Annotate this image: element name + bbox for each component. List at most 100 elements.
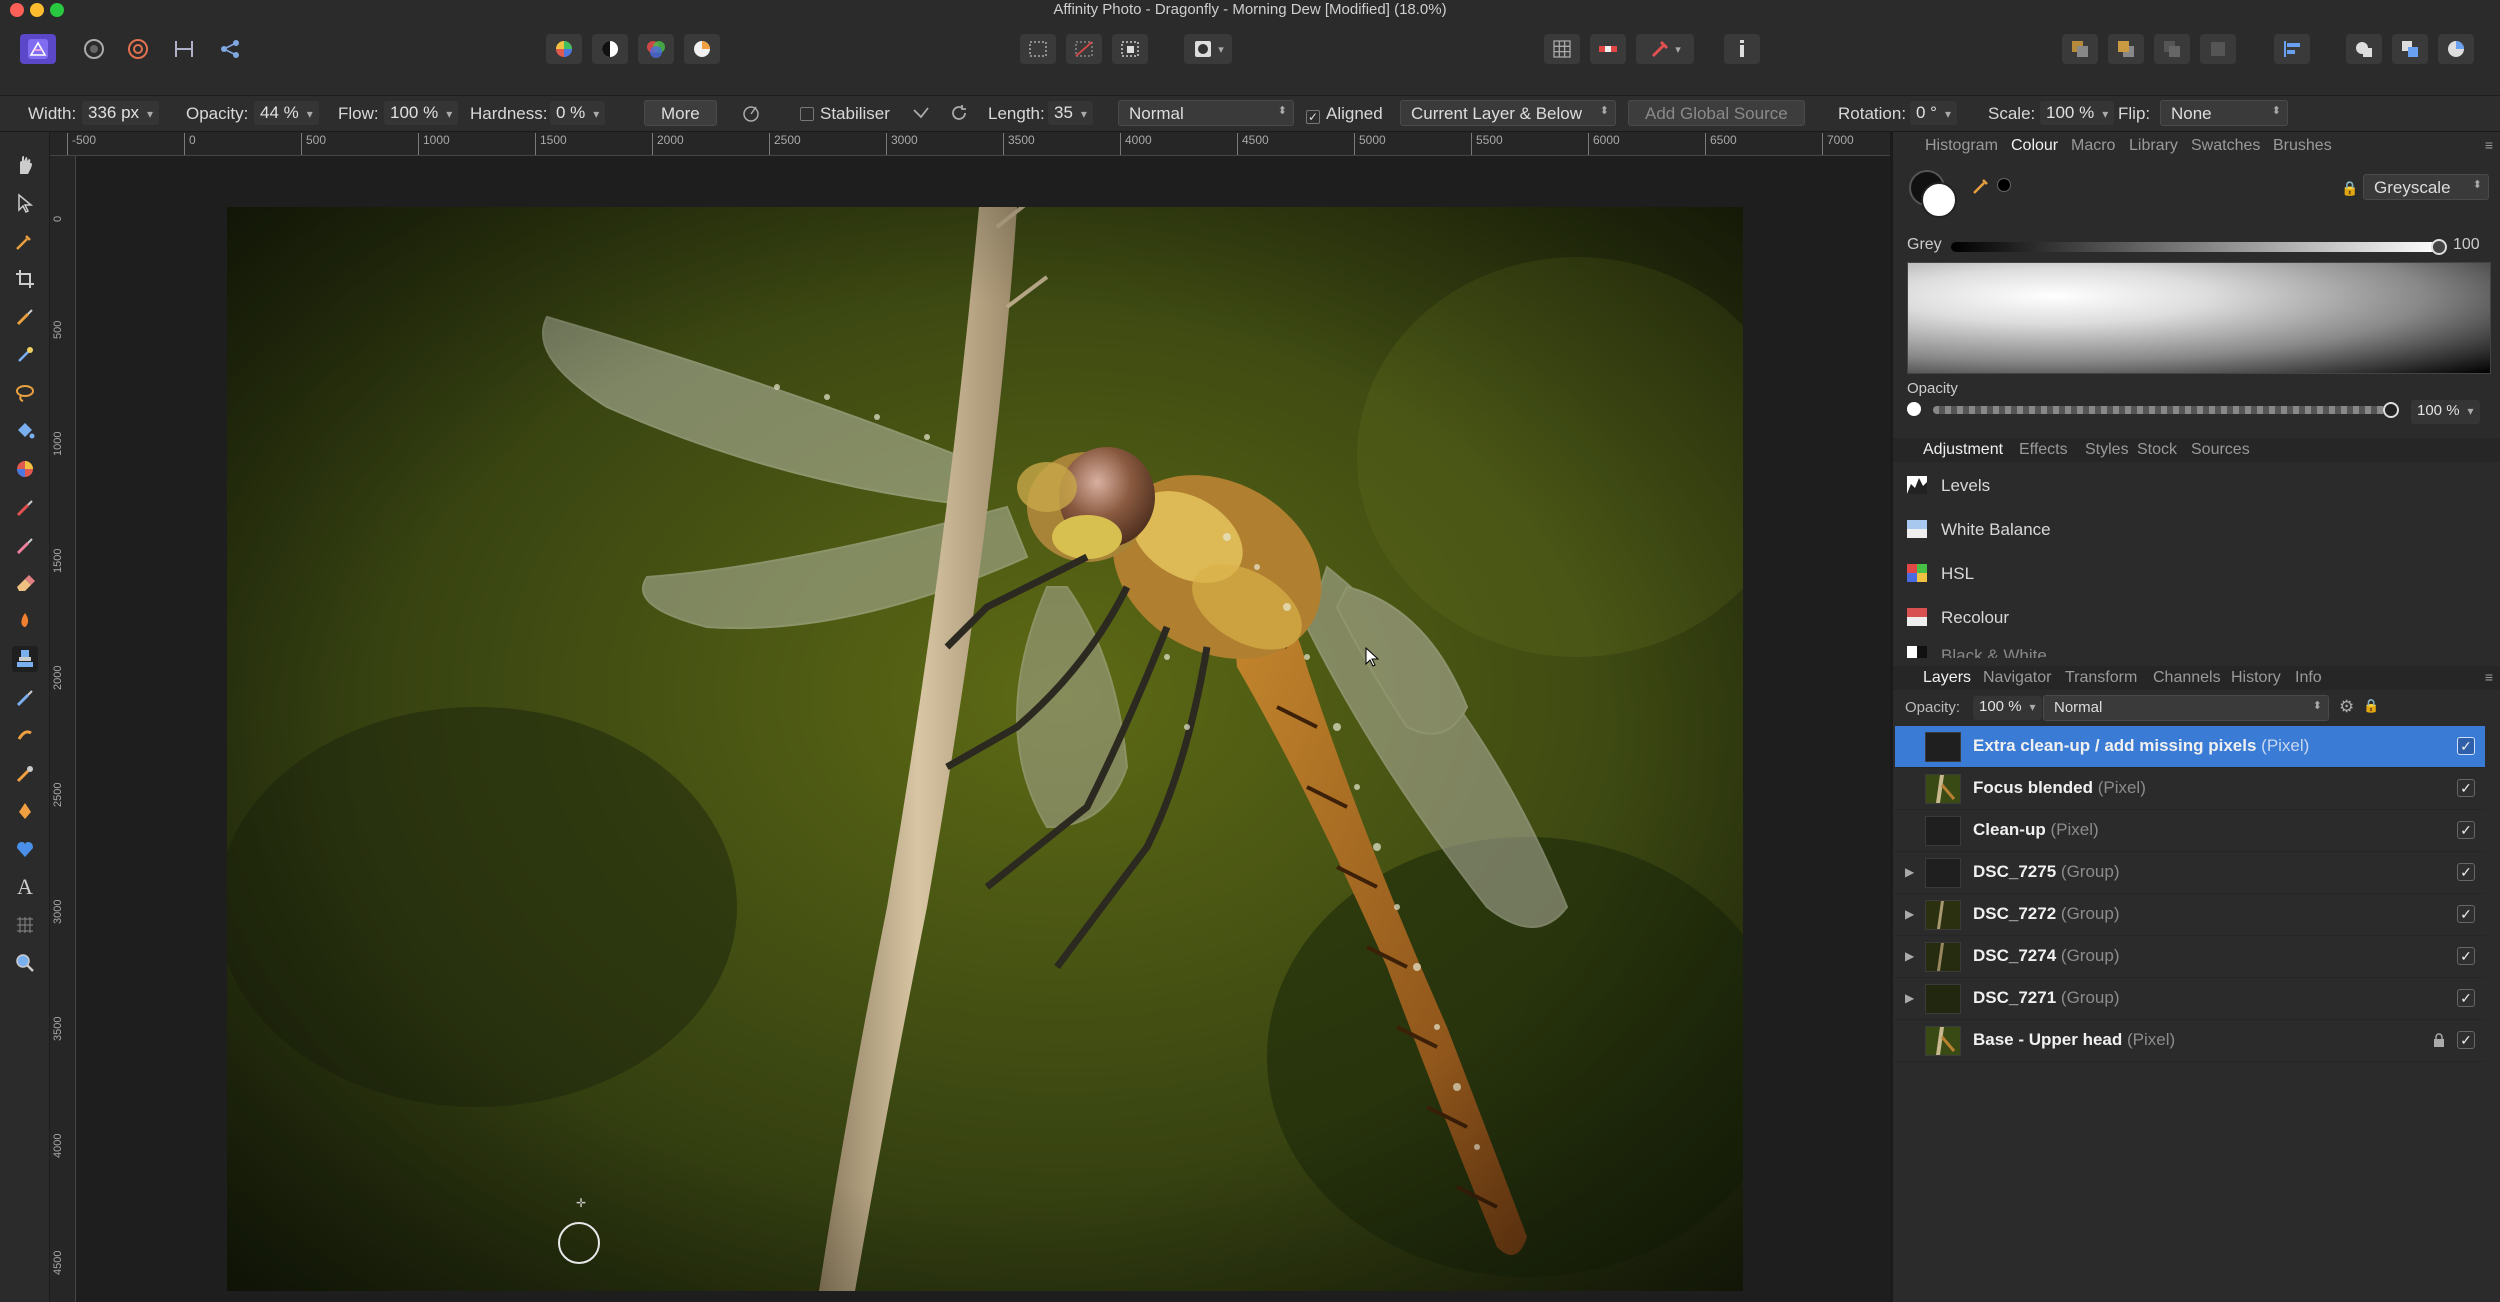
adjustment-recolour[interactable]: Recolour bbox=[1893, 596, 2500, 640]
layer-visibility-checkbox[interactable]: ✓ bbox=[2457, 863, 2475, 881]
invert-selection-icon[interactable] bbox=[1112, 34, 1148, 64]
arrange-bottom-icon[interactable] bbox=[2200, 34, 2236, 64]
tab-navigator[interactable]: Navigator bbox=[1983, 669, 2051, 687]
tab-sources[interactable]: Sources bbox=[2191, 441, 2250, 459]
stabiliser-toggle[interactable]: Stabiliser bbox=[800, 104, 890, 124]
expand-group-icon[interactable]: ▶ bbox=[1905, 949, 1914, 963]
aligned-toggle[interactable]: ✓ Aligned bbox=[1306, 104, 1383, 124]
tab-layers[interactable]: Layers bbox=[1923, 669, 1971, 687]
arrange-back-icon[interactable] bbox=[2108, 34, 2144, 64]
contrast-icon[interactable] bbox=[592, 34, 628, 64]
flip-select[interactable]: None ⬍ bbox=[2160, 100, 2288, 126]
panel-menu-icon[interactable]: ≡ bbox=[2485, 137, 2493, 153]
vertical-ruler[interactable]: 0 500 1000 1500 2000 2500 3000 3500 4000 4500 bbox=[50, 156, 76, 1302]
tab-history[interactable]: History bbox=[2231, 669, 2281, 687]
layer-visibility-checkbox[interactable]: ✓ bbox=[2457, 947, 2475, 965]
deselect-icon[interactable] bbox=[1066, 34, 1102, 64]
tab-macro[interactable]: Macro bbox=[2071, 137, 2115, 155]
more-button[interactable]: More bbox=[644, 100, 717, 126]
white-balance-icon[interactable] bbox=[684, 34, 720, 64]
layer-locked-icon[interactable] bbox=[2433, 1032, 2445, 1052]
source-mode-select[interactable]: Current Layer & Below ⬍ bbox=[1400, 100, 1616, 126]
arrange-forward-icon[interactable] bbox=[2062, 34, 2098, 64]
colour-picker-tool-icon[interactable] bbox=[12, 228, 38, 254]
move-tool-icon[interactable] bbox=[12, 190, 38, 216]
tab-transform[interactable]: Transform bbox=[2065, 669, 2137, 687]
tab-channels[interactable]: Channels bbox=[2153, 669, 2221, 687]
length-field[interactable]: 35 bbox=[1048, 101, 1093, 125]
opacity-slider[interactable] bbox=[1933, 402, 2399, 418]
layer-visibility-checkbox[interactable]: ✓ bbox=[2457, 905, 2475, 923]
smudge-brush-tool-icon[interactable] bbox=[12, 722, 38, 748]
canvas[interactable]: ✛ bbox=[76, 156, 1890, 1302]
colour-picker-icon[interactable] bbox=[1971, 174, 1993, 196]
marquee-select-icon[interactable] bbox=[1020, 34, 1056, 64]
dodge-brush-tool-icon[interactable] bbox=[12, 608, 38, 634]
layer-visibility-checkbox[interactable]: ✓ bbox=[2457, 1031, 2475, 1049]
flow-field[interactable]: 100 % bbox=[384, 101, 459, 125]
layer-row[interactable]: ▶ DSC_7274 (Group) ✓ bbox=[1895, 936, 2485, 978]
develop-persona-icon[interactable] bbox=[166, 34, 202, 64]
layer-row[interactable]: ▶ DSC_7275 (Group) ✓ bbox=[1895, 852, 2485, 894]
stabiliser-checkbox[interactable] bbox=[800, 107, 814, 121]
mesh-warp-tool-icon[interactable] bbox=[12, 912, 38, 938]
colour-mode-select[interactable]: Greyscale ⬍ bbox=[2363, 174, 2489, 200]
rope-mode-icon[interactable] bbox=[910, 102, 932, 124]
adjustment-black-white[interactable]: Black & White bbox=[1893, 640, 2500, 658]
pen-tool-icon[interactable] bbox=[12, 798, 38, 824]
quick-mask-icon[interactable]: ▾ bbox=[1184, 34, 1232, 64]
assistant-icon[interactable]: ▾ bbox=[1636, 34, 1694, 64]
snapping-icon[interactable] bbox=[1590, 34, 1626, 64]
horizontal-ruler[interactable]: -500 0 500 1000 1500 2000 2500 3000 3500 4000 4500… bbox=[50, 132, 1890, 156]
lock-icon[interactable]: 🔒 bbox=[2341, 180, 2358, 197]
grey-value[interactable]: 100 bbox=[2453, 236, 2480, 254]
aligned-checkbox[interactable]: ✓ bbox=[1306, 110, 1320, 124]
brush-preset-icon[interactable] bbox=[740, 102, 762, 124]
erase-brush-tool-icon[interactable] bbox=[12, 570, 38, 596]
boolean-add-icon[interactable] bbox=[2346, 34, 2382, 64]
tab-effects[interactable]: Effects bbox=[2019, 441, 2068, 459]
hardness-field[interactable]: 0 % bbox=[550, 101, 606, 125]
window-mode-icon[interactable] bbox=[948, 102, 970, 124]
layer-row[interactable]: Focus blended (Pixel) ✓ bbox=[1895, 768, 2485, 810]
tab-histogram[interactable]: Histogram bbox=[1925, 137, 1998, 155]
add-global-source-button[interactable]: Add Global Source bbox=[1628, 100, 1805, 126]
expand-group-icon[interactable]: ▶ bbox=[1905, 865, 1914, 879]
blend-mode-select[interactable]: Normal ⬍ bbox=[1118, 100, 1294, 126]
liquify-persona-icon[interactable] bbox=[120, 34, 156, 64]
expand-group-icon[interactable]: ▶ bbox=[1905, 907, 1914, 921]
selection-brush-tool-icon[interactable] bbox=[12, 304, 38, 330]
tab-colour[interactable]: Colour bbox=[2011, 137, 2058, 155]
colour-balance-icon[interactable] bbox=[638, 34, 674, 64]
freehand-selection-tool-icon[interactable] bbox=[12, 380, 38, 406]
adjustment-hsl[interactable]: HSL bbox=[1893, 552, 2500, 596]
tab-adjustment[interactable]: Adjustment bbox=[1923, 441, 2003, 459]
layer-blend-mode-select[interactable]: Normal ⬍ bbox=[2043, 695, 2329, 721]
colour-opacity-field[interactable]: 100 % bbox=[2411, 400, 2480, 424]
flood-select-tool-icon[interactable] bbox=[12, 342, 38, 368]
paint-brush-tool-icon[interactable] bbox=[12, 494, 38, 520]
affinity-logo-icon[interactable] bbox=[20, 34, 56, 64]
adjustment-white-balance[interactable]: White Balance bbox=[1893, 508, 2500, 552]
grid-icon[interactable] bbox=[1544, 34, 1580, 64]
photo-persona-icon[interactable] bbox=[76, 34, 112, 64]
layer-visibility-checkbox[interactable]: ✓ bbox=[2457, 779, 2475, 797]
text-tool-icon[interactable]: A bbox=[12, 874, 38, 900]
layer-row[interactable]: ▶ DSC_7272 (Group) ✓ bbox=[1895, 894, 2485, 936]
zoom-tool-icon[interactable] bbox=[12, 950, 38, 976]
layers-panel-menu-icon[interactable]: ≡ bbox=[2485, 669, 2493, 685]
layer-opacity-field[interactable]: 100 % bbox=[1973, 696, 2042, 720]
tab-stock[interactable]: Stock bbox=[2137, 441, 2177, 459]
tab-info[interactable]: Info bbox=[2295, 669, 2322, 687]
grey-slider[interactable] bbox=[1951, 239, 2447, 255]
layer-visibility-checkbox[interactable]: ✓ bbox=[2457, 737, 2475, 755]
colour-swatch-well[interactable] bbox=[1909, 170, 1957, 218]
tab-brushes[interactable]: Brushes bbox=[2273, 137, 2332, 155]
blend-options-gear-icon[interactable]: ⚙ bbox=[2339, 697, 2354, 717]
width-field[interactable]: 336 px bbox=[82, 101, 160, 125]
arrange-front-icon[interactable] bbox=[2154, 34, 2190, 64]
crop-tool-icon[interactable] bbox=[12, 266, 38, 292]
layer-row[interactable]: Base - Upper head (Pixel) ✓ bbox=[1895, 1020, 2485, 1062]
opacity-slider-handle[interactable] bbox=[2383, 402, 2399, 418]
info-icon[interactable] bbox=[1724, 34, 1760, 64]
